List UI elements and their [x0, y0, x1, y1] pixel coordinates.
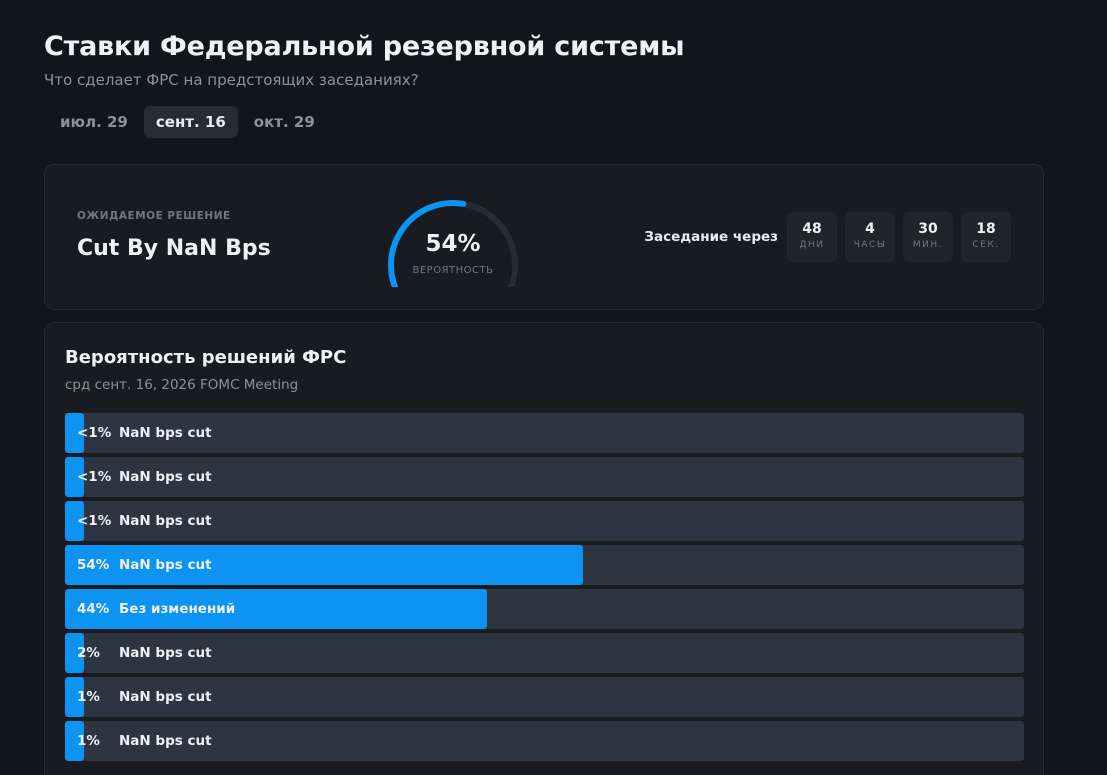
expected-decision-value: Cut By NaN Bps [77, 236, 271, 261]
countdown-minutes: 30 МИН. [903, 212, 953, 262]
meeting-tabs: июл. 29 сент. 16 окт. 29 [48, 106, 331, 138]
probability-bar-row[interactable]: 2% NaN bps cut [65, 633, 1024, 673]
probability-bar-percent: 1% [77, 689, 100, 705]
probability-bar-label: NaN bps cut [119, 425, 212, 441]
probability-bars: <1% NaN bps cut <1% NaN bps cut <1% NaN bps c… [65, 413, 1024, 765]
probability-bar-row[interactable]: <1% NaN bps cut [65, 501, 1024, 541]
probability-bar-label: NaN bps cut [119, 557, 212, 573]
probability-bar-label: NaN bps cut [119, 689, 212, 705]
probabilities-title: Вероятность решений ФРС [65, 347, 347, 368]
probability-bar-label: NaN bps cut [119, 469, 212, 485]
probability-bar-row[interactable]: 1% NaN bps cut [65, 677, 1024, 717]
probability-bar-percent: 54% [77, 557, 110, 573]
countdown-minutes-unit: МИН. [912, 240, 944, 250]
probabilities-subtitle: срд сент. 16, 2026 FOMC Meeting [65, 377, 299, 393]
meeting-countdown: Заседание через 48 ДНИ 4 ЧАСЫ 30 МИН. 18… [644, 212, 1011, 262]
gauge-label: ВЕРОЯТНОСТЬ [412, 265, 494, 276]
probability-bar-label: NaN bps cut [119, 513, 212, 529]
probability-bar-label: NaN bps cut [119, 733, 212, 749]
gauge-percent: 54% [425, 231, 481, 257]
countdown-hours: 4 ЧАСЫ [845, 212, 895, 262]
tab-jul-29[interactable]: июл. 29 [48, 106, 140, 138]
countdown-days-unit: ДНИ [799, 240, 825, 250]
probability-bar-percent: <1% [77, 513, 112, 529]
probability-bar-row[interactable]: 54% NaN bps cut [65, 545, 1024, 585]
tab-sep-16[interactable]: сент. 16 [143, 106, 238, 138]
tab-oct-29[interactable]: окт. 29 [242, 106, 327, 138]
probability-bar-row[interactable]: 44% Без изменений [65, 589, 1024, 629]
countdown-hours-unit: ЧАСЫ [853, 240, 887, 250]
probability-bar-percent: 1% [77, 733, 100, 749]
probability-gauge: 54% ВЕРОЯТНОСТЬ [383, 197, 523, 299]
countdown-seconds-value: 18 [976, 221, 996, 237]
countdown-minutes-value: 30 [918, 221, 938, 237]
probability-bar-percent: <1% [77, 469, 112, 485]
probability-bar-row[interactable]: <1% NaN bps cut [65, 457, 1024, 497]
page-subtitle: Что сделает ФРС на предстоящих заседания… [44, 71, 419, 89]
probability-bar-percent: <1% [77, 425, 112, 441]
expected-decision-label: ОЖИДАЕМОЕ РЕШЕНИЕ [77, 210, 231, 222]
countdown-hours-value: 4 [865, 221, 875, 237]
probability-bar-label: Без изменений [119, 601, 236, 617]
probabilities-card: Вероятность решений ФРС срд сент. 16, 20… [44, 322, 1044, 775]
probability-bar-label: NaN bps cut [119, 645, 212, 661]
countdown-days-value: 48 [802, 221, 822, 237]
countdown-seconds: 18 СЕК. [961, 212, 1011, 262]
page-title: Ставки Федеральной резервной системы [44, 31, 685, 62]
probability-bar-row[interactable]: <1% NaN bps cut [65, 413, 1024, 453]
countdown-seconds-unit: СЕК. [972, 240, 1000, 250]
probability-bar-row[interactable]: 1% NaN bps cut [65, 721, 1024, 761]
probability-bar-percent: 2% [77, 645, 100, 661]
summary-card: ОЖИДАЕМОЕ РЕШЕНИЕ Cut By NaN Bps 54% ВЕР… [44, 164, 1044, 310]
probability-bar-percent: 44% [77, 601, 110, 617]
countdown-days: 48 ДНИ [787, 212, 837, 262]
countdown-label: Заседание через [644, 229, 778, 245]
